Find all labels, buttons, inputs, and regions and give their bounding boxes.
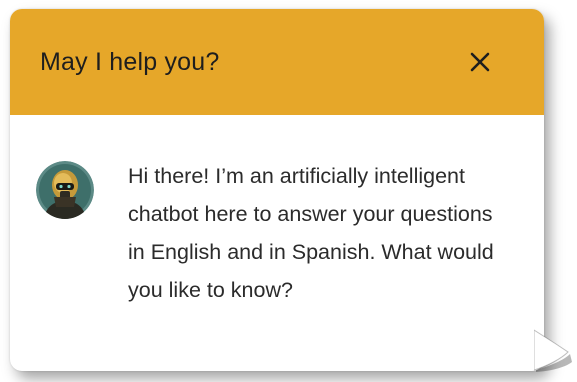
chat-bubble: May I help you? Hi there! I’m an artific… — [10, 9, 544, 371]
chat-message: Hi there! I’m an artificially intelligen… — [128, 164, 494, 302]
chat-widget: May I help you? Hi there! I’m an artific… — [0, 0, 577, 382]
chat-header: May I help you? — [10, 9, 544, 115]
close-icon — [470, 52, 490, 72]
chat-body: Hi there! I’m an artificially intelligen… — [10, 115, 544, 309]
chat-title: May I help you? — [40, 47, 220, 76]
close-button[interactable] — [466, 48, 494, 76]
robot-avatar-icon — [36, 161, 94, 219]
avatar — [36, 161, 94, 219]
speech-tail-icon — [534, 329, 572, 372]
